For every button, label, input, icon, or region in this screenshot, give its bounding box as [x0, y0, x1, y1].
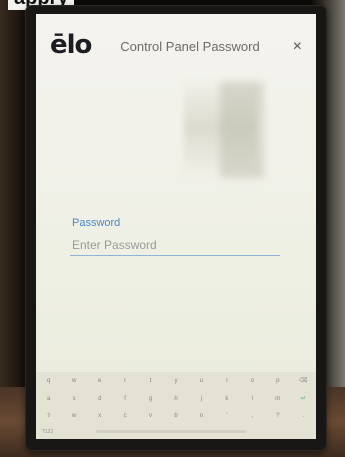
key[interactable]: m: [265, 392, 290, 406]
keyboard-row-3: ⇧ w x c v b n ',?.: [36, 409, 316, 423]
key[interactable]: ⇧: [36, 409, 61, 423]
window-reflection-dark: [220, 82, 264, 178]
key[interactable]: j: [189, 392, 214, 406]
on-screen-keyboard: q w e r t y u i o p ⌫ a s d f g h j k l m ↵ ⇧ w x c v b n ',?. ?123: [36, 372, 316, 439]
key[interactable]: t: [138, 374, 163, 388]
key[interactable]: f: [112, 392, 137, 406]
key[interactable]: ↵: [291, 392, 316, 406]
key[interactable]: a: [36, 392, 61, 406]
key[interactable]: s: [61, 392, 86, 406]
key[interactable]: l: [240, 392, 265, 406]
key[interactable]: .: [291, 409, 316, 423]
key[interactable]: p: [265, 374, 290, 388]
key[interactable]: x: [87, 409, 112, 423]
key[interactable]: c: [112, 409, 137, 423]
key[interactable]: i: [214, 374, 239, 388]
key[interactable]: ,: [240, 409, 265, 423]
close-icon[interactable]: ×: [293, 38, 302, 56]
key[interactable]: h: [163, 392, 188, 406]
key[interactable]: d: [87, 392, 112, 406]
key[interactable]: g: [138, 392, 163, 406]
key[interactable]: ?: [265, 409, 290, 423]
password-label: Password: [72, 217, 121, 229]
key[interactable]: k: [214, 392, 239, 406]
key[interactable]: b: [163, 409, 188, 423]
spacebar[interactable]: [96, 430, 246, 433]
key[interactable]: u: [189, 374, 214, 388]
elo-logo: ēlo: [50, 30, 92, 60]
password-input[interactable]: [70, 235, 280, 256]
keyboard-row-1: q w e r t y u i o p ⌫: [36, 374, 316, 388]
key[interactable]: y: [163, 374, 188, 388]
key[interactable]: e: [87, 374, 112, 388]
dialog-title: Control Panel Password: [120, 39, 260, 54]
key[interactable]: n: [189, 409, 214, 423]
key[interactable]: q: [36, 374, 61, 388]
tablet-screen: ēlo Control Panel Password × Password qw…: [36, 14, 316, 439]
key[interactable]: r: [112, 374, 137, 388]
key[interactable]: ': [214, 409, 239, 423]
key[interactable]: v: [138, 409, 163, 423]
key[interactable]: w: [61, 409, 86, 423]
symbols-key[interactable]: ?123: [42, 429, 53, 435]
key[interactable]: ⌫: [291, 374, 316, 388]
key[interactable]: w: [61, 374, 86, 388]
key[interactable]: o: [240, 374, 265, 388]
keyboard-row-2: a s d f g h j k l m ↵: [36, 392, 316, 406]
